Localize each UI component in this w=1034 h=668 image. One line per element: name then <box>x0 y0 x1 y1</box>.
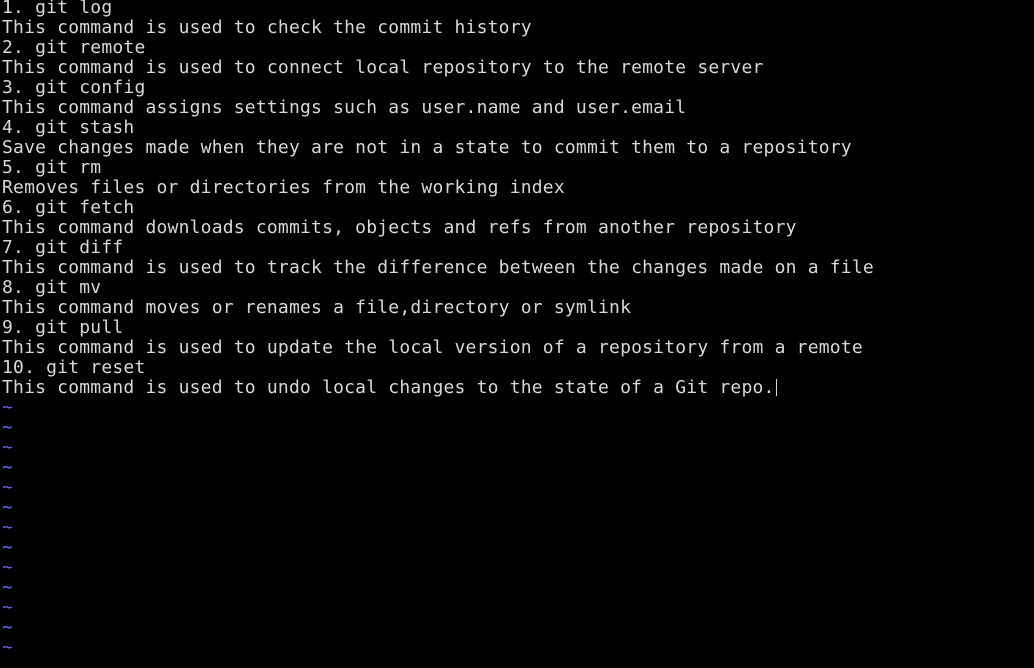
editor-line[interactable]: 6. git fetch <box>2 198 134 218</box>
editor-line[interactable]: This command is used to update the local… <box>2 338 863 358</box>
empty-line-tilde: ~ <box>2 537 14 558</box>
vim-editor-window[interactable]: 1. git log This command is used to check … <box>0 0 1034 668</box>
editor-line-text: This command is used to update the local… <box>2 337 863 358</box>
empty-line-tilde: ~ <box>2 417 14 438</box>
editor-line[interactable]: This command is used to track the differ… <box>2 258 874 278</box>
editor-line-text: Save changes made when they are not in a… <box>2 137 852 158</box>
empty-line-tilde: ~ <box>2 577 14 598</box>
editor-line[interactable]: 4. git stash <box>2 118 134 138</box>
editor-line-text: This command is used to track the differ… <box>2 257 874 278</box>
editor-line[interactable]: This command downloads commits, objects … <box>2 218 797 238</box>
editor-line[interactable]: 5. git rm <box>2 158 101 178</box>
editor-line-text: This command moves or renames a file,dir… <box>2 297 632 318</box>
editor-line[interactable]: This command moves or renames a file,dir… <box>2 298 631 318</box>
editor-line-text: 10. git reset <box>2 357 146 378</box>
editor-line-text: This command is used to connect local re… <box>2 57 764 78</box>
editor-line[interactable]: 2. git remote <box>2 38 145 58</box>
editor-line[interactable]: Save changes made when they are not in a… <box>2 138 852 158</box>
empty-line-tilde: ~ <box>2 617 14 638</box>
editor-line-text: Removes files or directories from the wo… <box>2 177 565 198</box>
editor-line-text: This command assigns settings such as us… <box>2 97 687 118</box>
editor-line-text: 8. git mv <box>2 277 102 298</box>
editor-line-text: 1. git log <box>2 0 113 18</box>
editor-line-text: 6. git fetch <box>2 197 135 218</box>
empty-line-tilde: ~ <box>2 477 14 498</box>
editor-line-text: 7. git diff <box>2 237 124 258</box>
editor-line[interactable]: 9. git pull <box>2 318 123 338</box>
empty-line-tilde: ~ <box>2 557 14 578</box>
editor-line[interactable]: 1. git log <box>2 0 112 18</box>
editor-line-text: 9. git pull <box>2 317 124 338</box>
empty-line-tilde: ~ <box>2 437 14 458</box>
editor-line[interactable]: 3. git config <box>2 78 145 98</box>
editor-line-text: 3. git config <box>2 77 146 98</box>
editor-line[interactable]: This command is used to undo local chang… <box>2 378 777 398</box>
editor-line[interactable]: This command assigns settings such as us… <box>2 98 686 118</box>
empty-line-tilde: ~ <box>2 457 14 478</box>
empty-line-tilde: ~ <box>2 637 14 658</box>
editor-line[interactable]: 7. git diff <box>2 238 123 258</box>
editor-line-text: This command is used to check the commit… <box>2 17 532 38</box>
editor-line[interactable]: 10. git reset <box>2 358 145 378</box>
editor-line-text: This command downloads commits, objects … <box>2 217 797 238</box>
text-cursor <box>775 379 777 396</box>
editor-line[interactable]: 8. git mv <box>2 278 101 298</box>
editor-line-text: This command is used to undo local chang… <box>2 377 775 398</box>
editor-line[interactable]: Removes files or directories from the wo… <box>2 178 565 198</box>
editor-line[interactable]: This command is used to check the commit… <box>2 18 532 38</box>
empty-line-tilde: ~ <box>2 517 14 538</box>
editor-line[interactable]: This command is used to connect local re… <box>2 58 764 78</box>
editor-line-text: 4. git stash <box>2 117 135 138</box>
empty-line-tilde: ~ <box>2 397 14 418</box>
editor-line-text: 5. git rm <box>2 157 102 178</box>
empty-line-tilde: ~ <box>2 597 14 618</box>
editor-line-text: 2. git remote <box>2 37 146 58</box>
empty-line-tilde: ~ <box>2 497 14 518</box>
